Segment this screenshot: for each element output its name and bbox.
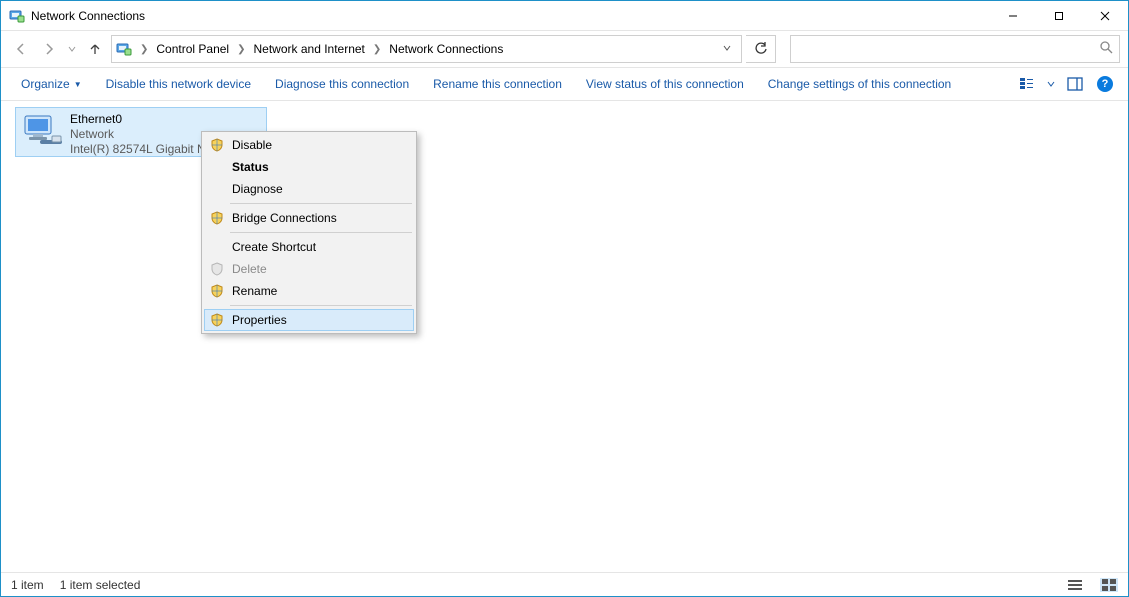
adapter-text: Ethernet0 Network Intel(R) 82574L Gigabi… — [70, 112, 206, 157]
rename-connection-button[interactable]: Rename this connection — [423, 73, 572, 95]
diagnose-connection-button[interactable]: Diagnose this connection — [265, 73, 419, 95]
details-view-button[interactable] — [1066, 578, 1084, 592]
address-bar[interactable]: ❯ Control Panel ❯ Network and Internet ❯… — [111, 35, 742, 63]
command-bar: Organize ▼ Disable this network device D… — [1, 67, 1128, 101]
separator — [230, 305, 412, 306]
ctx-properties-label: Properties — [232, 313, 287, 327]
breadcrumb-network-internet[interactable]: Network and Internet — [252, 42, 367, 56]
shield-icon — [210, 138, 224, 152]
separator — [230, 203, 412, 204]
breadcrumb-network-connections[interactable]: Network Connections — [387, 42, 505, 56]
help-icon: ? — [1097, 76, 1113, 92]
network-adapter-icon — [22, 112, 62, 152]
window-title: Network Connections — [31, 9, 145, 23]
preview-pane-button[interactable] — [1062, 71, 1088, 97]
adapter-name: Ethernet0 — [70, 112, 206, 127]
chevron-right-icon[interactable]: ❯ — [369, 44, 385, 55]
back-button[interactable] — [9, 37, 33, 61]
app-icon — [9, 8, 25, 24]
shield-icon — [210, 211, 224, 225]
search-input[interactable] — [797, 42, 1099, 56]
ctx-properties[interactable]: Properties — [204, 309, 414, 331]
content-area[interactable]: Ethernet0 Network Intel(R) 82574L Gigabi… — [1, 101, 1128, 572]
status-item-count: 1 item — [11, 578, 44, 592]
ctx-bridge-label: Bridge Connections — [232, 211, 337, 225]
ctx-diagnose[interactable]: Diagnose — [204, 178, 414, 200]
ctx-shortcut-label: Create Shortcut — [232, 240, 316, 254]
ctx-status[interactable]: Status — [204, 156, 414, 178]
refresh-button[interactable] — [746, 35, 776, 63]
ctx-rename-label: Rename — [232, 284, 277, 298]
status-selected-count: 1 item selected — [60, 578, 141, 592]
chevron-down-icon: ▼ — [74, 80, 82, 89]
help-button[interactable]: ? — [1092, 71, 1118, 97]
organize-label: Organize — [21, 77, 70, 91]
maximize-button[interactable] — [1036, 1, 1082, 31]
adapter-device: Intel(R) 82574L Gigabit N — [70, 142, 206, 157]
titlebar: Network Connections — [1, 1, 1128, 31]
ctx-disable[interactable]: Disable — [204, 134, 414, 156]
ctx-diagnose-label: Diagnose — [232, 182, 283, 196]
view-options-button[interactable] — [1014, 71, 1040, 97]
window: Network Connections ❯ Con — [0, 0, 1129, 597]
ctx-rename[interactable]: Rename — [204, 280, 414, 302]
disable-device-button[interactable]: Disable this network device — [96, 73, 261, 95]
search-box[interactable] — [790, 35, 1120, 63]
breadcrumb-control-panel[interactable]: Control Panel — [154, 42, 231, 56]
location-icon — [116, 41, 132, 57]
view-status-button[interactable]: View status of this connection — [576, 73, 754, 95]
organize-menu[interactable]: Organize ▼ — [11, 73, 92, 95]
shield-icon — [210, 284, 224, 298]
address-row: ❯ Control Panel ❯ Network and Internet ❯… — [1, 31, 1128, 67]
change-settings-button[interactable]: Change settings of this connection — [758, 73, 961, 95]
up-button[interactable] — [83, 37, 107, 61]
adapter-status: Network — [70, 127, 206, 142]
recent-dropdown[interactable] — [65, 37, 79, 61]
close-button[interactable] — [1082, 1, 1128, 31]
ctx-disable-label: Disable — [232, 138, 272, 152]
shield-icon — [210, 262, 224, 276]
address-dropdown[interactable] — [717, 44, 737, 55]
ctx-create-shortcut[interactable]: Create Shortcut — [204, 236, 414, 258]
chevron-right-icon[interactable]: ❯ — [233, 44, 249, 55]
shield-icon — [210, 313, 224, 327]
ctx-delete-label: Delete — [232, 262, 267, 276]
ctx-bridge[interactable]: Bridge Connections — [204, 207, 414, 229]
chevron-right-icon[interactable]: ❯ — [136, 44, 152, 55]
separator — [230, 232, 412, 233]
minimize-button[interactable] — [990, 1, 1036, 31]
search-icon[interactable] — [1099, 40, 1113, 59]
forward-button[interactable] — [37, 37, 61, 61]
ctx-delete: Delete — [204, 258, 414, 280]
status-bar: 1 item 1 item selected — [1, 572, 1128, 596]
view-dropdown[interactable] — [1044, 71, 1058, 97]
context-menu: Disable Status Diagnose Bridge Connectio… — [201, 131, 417, 334]
tiles-view-button[interactable] — [1100, 578, 1118, 592]
ctx-status-label: Status — [232, 160, 269, 174]
